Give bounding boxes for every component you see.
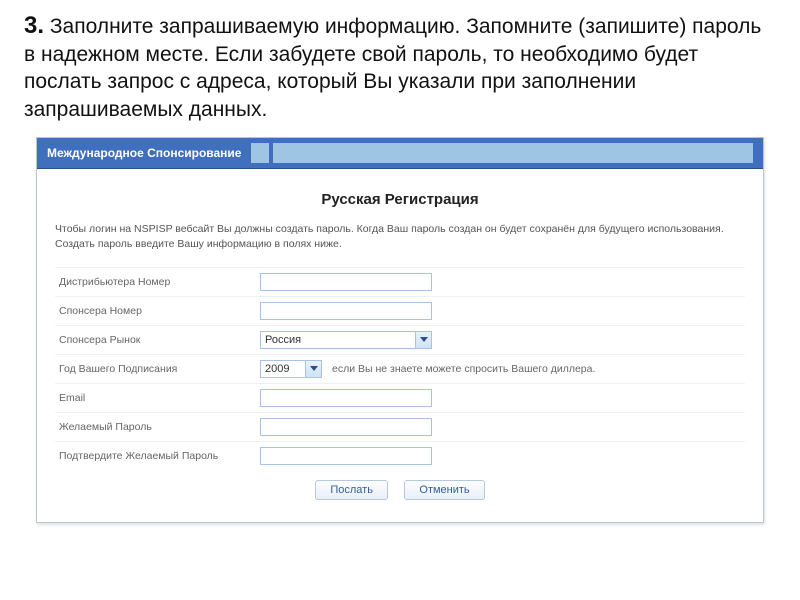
sponsor-input[interactable] [260, 302, 432, 320]
titlebar-accent [273, 143, 753, 163]
year-label: Год Вашего Подписания [55, 363, 260, 375]
row-confirm-password: Подтвердите Желаемый Пароль [55, 441, 745, 470]
instruction-text: Заполните запрашиваемую информацию. Запо… [24, 15, 761, 121]
row-sponsor: Спонсера Номер [55, 296, 745, 325]
button-row: Послать Отменить [55, 470, 745, 504]
cancel-button[interactable]: Отменить [404, 480, 484, 500]
form-intro-line2: Создать пароль введите Вашу информацию в… [55, 237, 745, 252]
chevron-down-icon [415, 332, 431, 348]
step-number: 3. [24, 12, 44, 39]
form-intro-line1: Чтобы логин на NSPISP вебсайт Вы должны … [55, 222, 745, 237]
row-distributor: Дистрибьютера Номер [55, 267, 745, 296]
chevron-down-icon [305, 361, 321, 377]
year-value: 2009 [261, 363, 305, 375]
submit-button[interactable]: Послать [315, 480, 388, 500]
row-sponsor-market: Спонсера Рынок Россия [55, 325, 745, 354]
sponsor-market-label: Спонсера Рынок [55, 334, 260, 346]
form-heading: Русская Регистрация [55, 191, 745, 208]
row-password: Желаемый Пароль [55, 412, 745, 441]
row-year: Год Вашего Подписания 2009 если Вы не зн… [55, 354, 745, 383]
distributor-label: Дистрибьютера Номер [55, 276, 260, 288]
year-select[interactable]: 2009 [260, 360, 322, 378]
window-title: Международное Спонсирование [47, 146, 241, 160]
sponsor-market-value: Россия [261, 334, 415, 346]
window-titlebar: Международное Спонсирование [37, 138, 763, 169]
confirm-password-label: Подтвердите Желаемый Пароль [55, 450, 260, 462]
registration-window: Международное Спонсирование Русская Реги… [36, 137, 764, 522]
confirm-password-input[interactable] [260, 447, 432, 465]
distributor-input[interactable] [260, 273, 432, 291]
sponsor-label: Спонсера Номер [55, 305, 260, 317]
password-label: Желаемый Пароль [55, 421, 260, 433]
instruction-paragraph: 3. Заполните запрашиваемую информацию. З… [0, 0, 800, 137]
password-input[interactable] [260, 418, 432, 436]
row-email: Email [55, 383, 745, 412]
email-input[interactable] [260, 389, 432, 407]
email-label: Email [55, 392, 260, 404]
year-hint: если Вы не знаете можете спросить Вашего… [332, 363, 595, 375]
window-content: Русская Регистрация Чтобы логин на NSPIS… [37, 169, 763, 521]
sponsor-market-select[interactable]: Россия [260, 331, 432, 349]
form-intro: Чтобы логин на NSPISP вебсайт Вы должны … [55, 222, 745, 252]
titlebar-divider [251, 143, 269, 163]
